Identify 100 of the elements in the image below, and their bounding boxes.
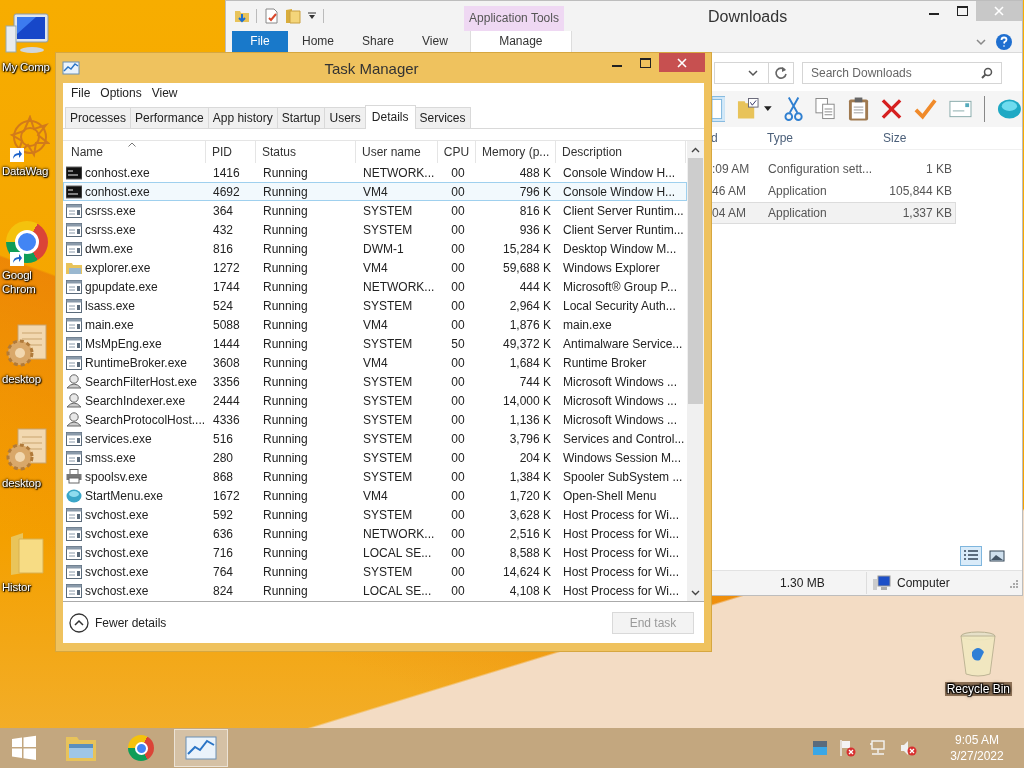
copy-icon[interactable] (815, 97, 837, 121)
document-icon[interactable] (263, 8, 279, 24)
tab[interactable]: Users (324, 107, 366, 128)
ribbon-tab[interactable]: Home (288, 31, 348, 52)
computer-icon[interactable] (4, 12, 50, 56)
person-icon (66, 412, 82, 427)
caret-icon[interactable] (764, 106, 772, 112)
process-row[interactable]: svchost.exe 636 Running NETWORK... 00 2,516 K Host Process for Wi... (63, 524, 687, 543)
sphere-icon[interactable] (997, 98, 1022, 120)
folder-icon[interactable] (234, 8, 250, 24)
column-header[interactable]: Name (63, 141, 206, 163)
description-cell-text: Antimalware Service... (562, 335, 684, 352)
card-icon[interactable] (949, 100, 973, 118)
description-cell-text: Host Process for Wi... (562, 582, 681, 599)
process-row[interactable]: dwm.exe 816 Running DWM-1 00 15,284 K Desktop Window M... (63, 239, 687, 258)
tab[interactable]: Performance (130, 107, 209, 128)
details-view-button[interactable] (960, 546, 982, 566)
process-row[interactable]: services.exe 516 Running SYSTEM 00 3,796 K Services and Control... (63, 429, 687, 448)
process-row[interactable]: StartMenu.exe 1672 Running VM4 00 1,720 K Open-Shell Menu (63, 486, 687, 505)
status-cell-text: Running (262, 259, 309, 276)
process-row[interactable]: gpupdate.exe 1744 Running NETWORK... 00 444 K Microsoft® Group P... (63, 277, 687, 296)
process-row[interactable]: lsass.exe 524 Running SYSTEM 00 2,964 K Local Security Auth... (63, 296, 687, 315)
chrome-icon[interactable] (6, 221, 48, 263)
ribbon-tab[interactable]: View (408, 31, 462, 52)
process-row[interactable]: conhost.exe 1416 Running NETWORK... 00 488 K Console Window H... (63, 163, 687, 182)
process-row[interactable]: SearchProtocolHost.... 4336 Running SYSTEM 00 1,136 K Microsoft Windows ... (63, 410, 687, 429)
recycle-bin-icon[interactable] (958, 630, 999, 678)
column-header[interactable]: d (709, 131, 765, 145)
flag-icon[interactable] (839, 739, 857, 757)
help-icon[interactable] (996, 33, 1012, 50)
process-row[interactable]: csrss.exe 364 Running SYSTEM 00 816 K Client Server Runtim... (63, 201, 687, 220)
column-header[interactable]: PID (206, 141, 256, 163)
menu-item[interactable]: Options (96, 86, 146, 100)
delete-icon[interactable] (881, 98, 903, 120)
muted-speaker-icon[interactable] (899, 739, 917, 757)
task-manager-taskbar-button[interactable] (174, 729, 228, 767)
column-header[interactable]: Status (256, 141, 356, 163)
tab[interactable]: Details (364, 105, 416, 129)
ribbon-tab[interactable]: Manage (469, 31, 572, 52)
scrollbar[interactable] (687, 141, 704, 601)
cpu-cell-text: 00 (450, 487, 466, 504)
tab[interactable]: Processes (65, 107, 132, 128)
process-row[interactable]: csrss.exe 432 Running SYSTEM 00 936 K Client Server Runtim... (63, 220, 687, 239)
process-row[interactable]: svchost.exe 764 Running SYSTEM 00 14,624 K Host Process for Wi... (63, 562, 687, 581)
process-row[interactable]: explorer.exe 1272 Running VM4 00 59,688 K Windows Explorer (63, 258, 687, 277)
process-row[interactable]: main.exe 5088 Running VM4 00 1,876 K main.exe (63, 315, 687, 334)
search-field[interactable]: Search Downloads (802, 62, 1002, 84)
chevron-icon[interactable] (976, 37, 986, 46)
process-name: csrss.exe (85, 203, 136, 218)
collapse-icon[interactable] (69, 612, 89, 633)
menu-item[interactable]: View (147, 86, 182, 100)
file-row[interactable]: :09 AM Configuration sett... 1 KB (709, 158, 956, 180)
menu-item[interactable]: File (67, 86, 95, 100)
gear-document-icon[interactable] (4, 427, 50, 473)
column-header[interactable]: Description (556, 141, 686, 163)
scissors-icon[interactable] (784, 96, 804, 122)
folder-icon[interactable] (737, 97, 761, 121)
user-cell-text: VM4 (362, 259, 389, 276)
description-cell-text: Console Window H... (562, 164, 677, 181)
process-row[interactable]: SearchIndexer.exe 2444 Running SYSTEM 00 14,000 K Microsoft Windows ... (63, 391, 687, 410)
memory-cell-text: 2,516 K (508, 525, 552, 542)
process-row[interactable]: spoolsv.exe 868 Running SYSTEM 00 1,384 K Spooler SubSystem ... (63, 467, 687, 486)
cpu-cell-text: 00 (450, 316, 466, 333)
status-cell-text: Running (262, 354, 309, 371)
fewer-details-link[interactable]: Fewer details (95, 615, 167, 630)
process-row[interactable]: smss.exe 280 Running SYSTEM 00 204 K Windows Session M... (63, 448, 687, 467)
checkmark-icon[interactable] (914, 98, 938, 120)
resize-grip-icon[interactable] (1008, 578, 1018, 588)
process-row[interactable]: RuntimeBroker.exe 3608 Running VM4 00 1,684 K Runtime Broker (63, 353, 687, 372)
process-row[interactable]: conhost.exe 4692 Running VM4 00 796 K Console Window H... (63, 182, 687, 201)
column-header[interactable]: Memory (p... (476, 141, 556, 163)
file-row[interactable]: 04 AM Application 1,337 KB (709, 202, 956, 224)
gear-document-icon[interactable] (4, 323, 50, 369)
memory-cell-text: 14,000 K (501, 392, 552, 409)
column-header[interactable]: User name (356, 141, 438, 163)
list-icon (963, 549, 979, 563)
tab[interactable]: Startup (276, 107, 326, 128)
close-icon (994, 6, 1004, 16)
process-row[interactable]: svchost.exe 824 Running LOCAL SE... 00 4,108 K Host Process for Wi... (63, 581, 687, 600)
ribbon-tab[interactable]: File (232, 31, 288, 52)
process-row[interactable]: svchost.exe 716 Running LOCAL SE... 00 8,588 K Host Process for Wi... (63, 543, 687, 562)
column-header[interactable]: Size (879, 131, 951, 145)
pid-cell-text: 5088 (212, 316, 241, 333)
column-header[interactable]: CPU (438, 141, 476, 163)
caret-icon[interactable] (307, 11, 317, 21)
tab[interactable]: App history (207, 107, 278, 128)
status-cell-text: Running (262, 297, 309, 314)
tab[interactable]: Services (414, 107, 471, 128)
scroll-thumb[interactable] (688, 158, 703, 404)
process-row[interactable]: svchost.exe 592 Running SYSTEM 00 3,628 K Host Process for Wi... (63, 505, 687, 524)
clipboard-icon[interactable] (848, 96, 870, 122)
chevron-up-icon (691, 146, 700, 153)
process-row[interactable]: SearchFilterHost.exe 3356 Running SYSTEM 00 744 K Microsoft Windows ... (63, 372, 687, 391)
ribbon-tab[interactable]: Share (348, 31, 409, 52)
column-header[interactable]: Type (765, 131, 879, 145)
process-row[interactable]: MsMpEng.exe 1444 Running SYSTEM 50 49,372 K Antimalware Service... (63, 334, 687, 353)
file-row[interactable]: 46 AM Application 105,844 KB (709, 180, 956, 202)
address-bar[interactable] (714, 62, 794, 84)
chevron-icon[interactable] (748, 69, 758, 77)
process-name: SearchIndexer.exe (85, 393, 186, 408)
